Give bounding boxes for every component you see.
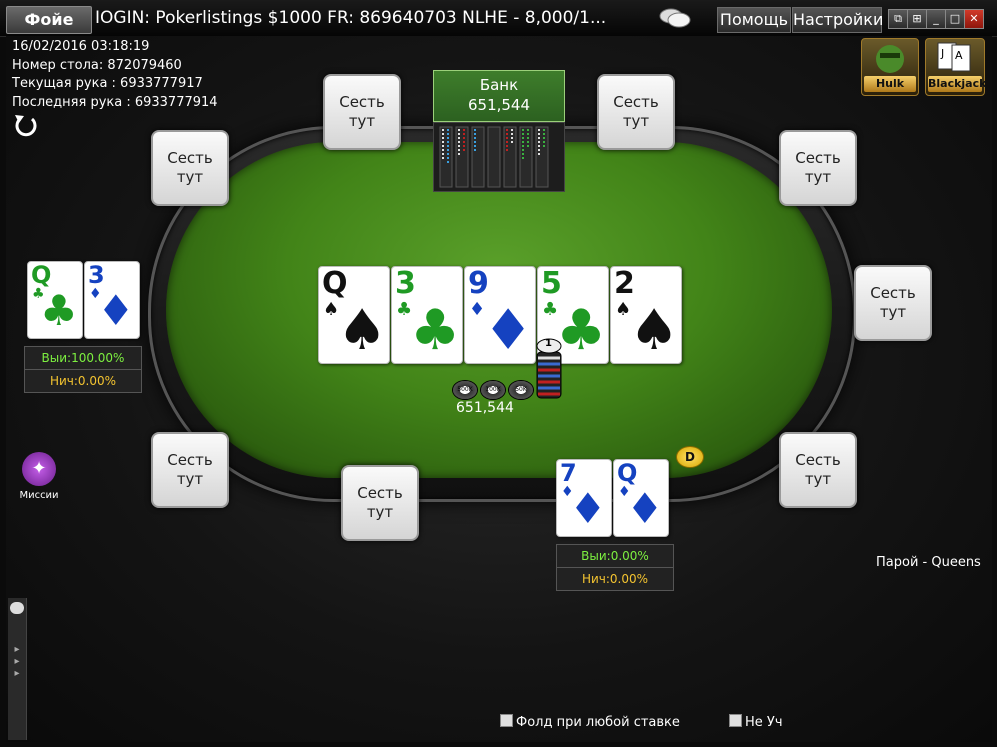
title-bar: Фойе IOGIN: Pokerlistings $1000 FR: 8696…: [0, 0, 997, 37]
close-icon[interactable]: ✕: [964, 9, 984, 29]
svg-text:J: J: [940, 47, 944, 60]
missions-label: Миссии: [19, 490, 59, 501]
bet-chip: 50K: [508, 380, 534, 400]
seat-top-right[interactable]: Сесть тут: [597, 74, 675, 150]
dealer-button-icon: D: [676, 446, 704, 468]
left-player-tie-equity: Нич:0.00%: [24, 369, 142, 393]
board-card-5: 2 ♠ ♠: [610, 266, 682, 364]
left-player-card-1: Q ♣ ♣: [27, 261, 83, 339]
last-hand: Последняя рука : 6933777914: [12, 94, 218, 110]
left-player-win-equity: Выи:100.00%: [24, 346, 142, 370]
bet-chip: 500K: [452, 380, 478, 400]
svg-text:A: A: [955, 49, 963, 62]
poker-table-window: Фойе IOGIN: Pokerlistings $1000 FR: 8696…: [0, 0, 997, 747]
hulk-game-icon[interactable]: Hulk: [861, 38, 919, 96]
table-number: Номер стола: 872079460: [12, 57, 182, 73]
seat-lower-right[interactable]: Сесть тут: [779, 432, 857, 508]
chat-icon[interactable]: [10, 602, 24, 614]
restore-tile-icon[interactable]: ⧉: [888, 9, 908, 29]
left-player-card-2: 3 ♦ ♦: [84, 261, 140, 339]
minimize-icon[interactable]: _: [926, 9, 946, 29]
board-card-1: Q ♠ ♠: [318, 266, 390, 364]
bet-amount: 651,544: [456, 400, 514, 416]
chip-stack-label: 1: [545, 338, 552, 349]
missions-icon: ✦: [22, 452, 56, 486]
pot-display: Банк 651,544: [433, 70, 565, 122]
board-card-2: 3 ♣ ♣: [391, 266, 463, 364]
seat-bottom-left[interactable]: Сесть тут: [341, 465, 419, 541]
bet-chip: 100K: [480, 380, 506, 400]
maximize-icon[interactable]: □: [945, 9, 965, 29]
current-hand: Текущая рука : 6933777917: [12, 76, 203, 91]
help-button[interactable]: Помощь: [717, 7, 791, 33]
expand-arrows-icon[interactable]: ▸ ▸ ▸: [8, 644, 26, 680]
refresh-icon[interactable]: [12, 112, 40, 138]
hand-description: Парой - Queens: [876, 555, 981, 570]
chat-bubbles-icon[interactable]: [658, 6, 692, 30]
blackjack-game-icon[interactable]: JA Blackjack: [925, 38, 987, 96]
lobby-button[interactable]: Фойе: [6, 6, 92, 34]
seat-upper-right[interactable]: Сесть тут: [779, 130, 857, 206]
sit-out-checkbox[interactable]: [729, 714, 742, 727]
hulk-label: Hulk: [864, 76, 916, 92]
blackjack-label: Blackjack: [928, 76, 987, 92]
seat-right[interactable]: Сесть тут: [854, 265, 932, 341]
table-info: 16/02/2016 03:18:19 Номер стола: 8720794…: [12, 38, 218, 112]
seat-upper-left[interactable]: Сесть тут: [151, 130, 229, 206]
hero-card-2: Q ♦ ♦: [613, 459, 669, 537]
pot-label: Банк: [479, 76, 519, 94]
hero-card-1: 7 ♦ ♦: [556, 459, 612, 537]
seat-lower-left[interactable]: Сесть тут: [151, 432, 229, 508]
sit-out-option[interactable]: Не Уч: [729, 714, 783, 730]
board-card-3: 9 ♦ ♦: [464, 266, 536, 364]
hero-tie-equity: Нич:0.00%: [556, 567, 674, 591]
chat-side-panel[interactable]: ▸ ▸ ▸: [8, 598, 27, 740]
chip-stack: 1: [534, 338, 564, 400]
pot-amount: 651,544: [467, 96, 531, 114]
window-title: IOGIN: Pokerlistings $1000 FR: 869640703…: [95, 8, 607, 28]
grid-icon[interactable]: ⊞: [907, 9, 927, 29]
datetime: 16/02/2016 03:18:19: [12, 39, 150, 54]
chip-rack: [433, 122, 565, 192]
hero-win-equity: Выи:0.00%: [556, 544, 674, 568]
fold-any-option[interactable]: Фолд при любой ставке: [500, 714, 680, 730]
fold-any-checkbox[interactable]: [500, 714, 513, 727]
seat-top-left[interactable]: Сесть тут: [323, 74, 401, 150]
settings-button[interactable]: Настройки: [792, 7, 883, 33]
missions-button[interactable]: ✦ Миссии: [18, 452, 60, 501]
